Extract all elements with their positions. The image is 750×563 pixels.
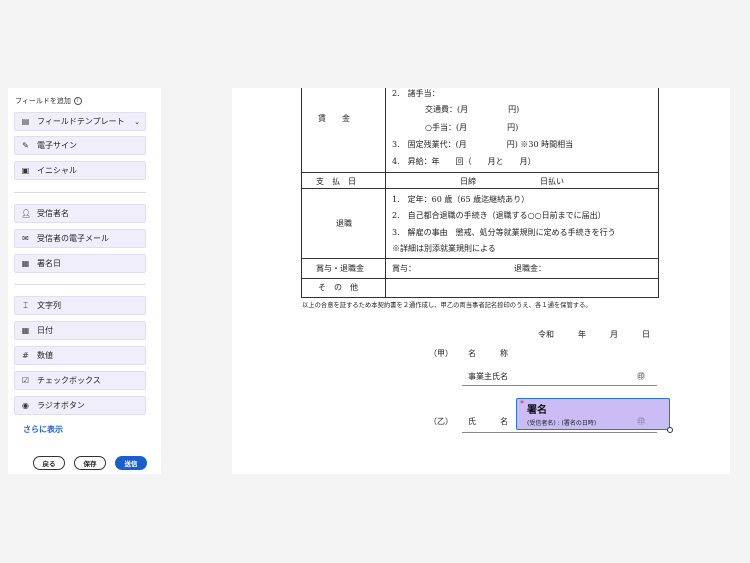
- agreement-note: 以上の合意を証するため本契約書を２通作成し、甲乙の両当事者記名捺印のうえ、各１通…: [302, 302, 592, 309]
- text-field-icon: ⌶: [23, 300, 28, 310]
- send-button[interactable]: 送信: [115, 456, 147, 470]
- table-border: [301, 278, 659, 279]
- retire-label: 退職: [336, 219, 352, 228]
- table-border: [301, 172, 659, 173]
- table-border: [301, 297, 659, 298]
- field-recipient-name[interactable]: 👤︎ 受信者名: [14, 204, 146, 223]
- employer-name-label: 事業主氏名: [468, 372, 508, 381]
- signature-field[interactable]: * 署名 (受信者名) : (署名の日時) ㊞: [516, 398, 673, 433]
- initials-icon: ▣: [21, 166, 30, 175]
- signature-field-subtitle: (受信者名) : (署名の日時): [527, 420, 597, 427]
- calendar-icon: ▦: [21, 259, 30, 268]
- panel-title: フィールドを追加 i: [15, 96, 82, 106]
- signature-icon: ✎: [22, 141, 29, 150]
- wage-line: ○手当：(月 円): [425, 123, 519, 132]
- wage-label: 賃 金: [318, 114, 350, 123]
- table-border: [301, 188, 659, 189]
- person-icon: 👤︎: [21, 209, 32, 218]
- template-icon: ▤: [21, 117, 30, 126]
- field-number[interactable]: # 数値: [14, 346, 146, 365]
- signature-line: [462, 432, 657, 433]
- party-a: （甲）: [429, 349, 453, 358]
- retire-line: ※詳細は別添就業規則による: [392, 244, 496, 253]
- document-page: 賃 金 2. 諸手当： 交通費：(月 円) ○手当：(月 円) 3. 固定残業代…: [232, 88, 730, 474]
- seal-mark: ㊞: [637, 417, 645, 426]
- bonus: 賞与：: [392, 264, 416, 273]
- chevron-down-icon: ⌄: [134, 117, 140, 126]
- resize-handle[interactable]: [667, 427, 673, 433]
- severance: 退職金：: [514, 264, 546, 273]
- hash-icon: #: [22, 351, 29, 360]
- pay-close: 日締: [460, 177, 476, 186]
- show-more-link[interactable]: さらに表示: [23, 424, 63, 435]
- radio-icon: ◉: [22, 401, 29, 410]
- wage-line: 2. 諸手当：: [392, 89, 440, 98]
- divider: [14, 284, 146, 285]
- checkbox-icon: ☑: [21, 376, 30, 385]
- table-border: [658, 88, 659, 297]
- party-b: （乙）: [429, 417, 453, 426]
- person-name-label: 氏 名: [468, 417, 508, 426]
- info-icon[interactable]: i: [73, 97, 82, 105]
- field-signature[interactable]: ✎ 電子サイン: [14, 136, 146, 155]
- field-initials[interactable]: ▣ イニシャル: [14, 161, 146, 180]
- save-button[interactable]: 保存: [74, 456, 106, 470]
- signature-field-title: 署名: [527, 405, 547, 416]
- add-field-panel: フィールドを追加 i ▤ フィールドテンプレート ⌄ ✎ 電子サイン ▣ イニシャル 👤︎…: [8, 88, 161, 474]
- field-checkbox[interactable]: ☑ チェックボックス: [14, 371, 146, 390]
- other-label: そ の 他: [318, 283, 358, 292]
- calendar-icon: ▦: [21, 326, 30, 335]
- field-sign-date[interactable]: ▦ 署名日: [14, 254, 146, 273]
- pay-label: 支 払 日: [316, 177, 356, 186]
- back-button[interactable]: 戻る: [33, 456, 65, 470]
- pay-day: 日払い: [540, 177, 564, 186]
- bonus-label: 賞与・退職金: [316, 264, 364, 273]
- company-name-label: 名 称: [468, 349, 508, 358]
- signature-line: [462, 385, 657, 386]
- wage-line: 4. 昇給：年 回（ 月と 月）: [392, 157, 536, 166]
- divider: [14, 192, 146, 193]
- table-border: [385, 88, 386, 297]
- retire-line: 3. 解雇の事由 懲戒、処分等就業規則に定める手続きを行う: [392, 228, 616, 237]
- field-recipient-email[interactable]: ✉ 受信者の電子メール: [14, 229, 146, 248]
- seal-mark: ㊞: [637, 372, 645, 381]
- table-border: [301, 88, 302, 297]
- retire-line: 1. 定年：60 歳（65 歳迄継続あり）: [392, 195, 530, 204]
- field-text[interactable]: ⌶ 文字列: [14, 296, 146, 315]
- date-line: 令和 年 月 日: [538, 330, 650, 339]
- mail-icon: ✉: [22, 234, 29, 243]
- field-radio[interactable]: ◉ ラジオボタン: [14, 396, 146, 415]
- retire-line: 2. 自己都合退職の手続き（退職する○○日前までに届出）: [392, 211, 606, 220]
- field-date[interactable]: ▦ 日付: [14, 321, 146, 340]
- field-template-dropdown[interactable]: ▤ フィールドテンプレート ⌄: [14, 112, 146, 131]
- table-border: [301, 258, 659, 259]
- wage-line: 3. 固定残業代：(月 円) ※30 時間相当: [392, 140, 574, 149]
- required-marker: *: [520, 399, 524, 408]
- wage-line: 交通費：(月 円): [425, 105, 520, 114]
